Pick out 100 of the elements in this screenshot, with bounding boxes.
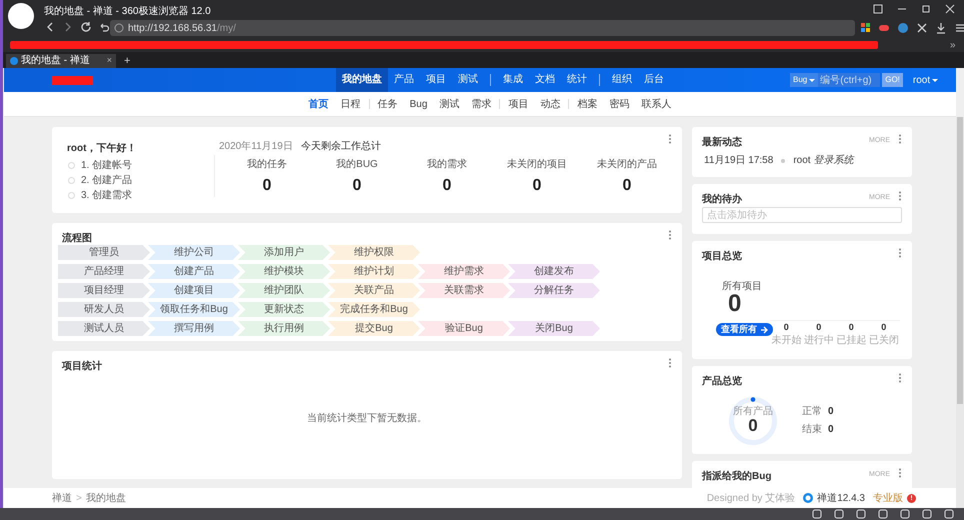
flow-step: 提交Bug bbox=[328, 321, 420, 336]
more-icon[interactable] bbox=[898, 191, 902, 201]
version-label: 禅道12.4.3 bbox=[817, 492, 865, 506]
flow-step: 管理员 bbox=[58, 245, 150, 260]
flow-step: 创建产品 bbox=[148, 264, 240, 279]
stat-value: 0 bbox=[442, 176, 452, 196]
subnav-link[interactable]: 测试 bbox=[433, 96, 466, 112]
breadcrumb-separator: > bbox=[76, 492, 82, 506]
nav-tab[interactable]: 统计 bbox=[561, 68, 593, 92]
nav-tab[interactable]: 我的地盘 bbox=[336, 68, 388, 92]
nav-tab[interactable]: 文档 bbox=[529, 68, 561, 92]
more-icon[interactable] bbox=[898, 134, 902, 144]
more-icon[interactable] bbox=[898, 468, 902, 478]
apps-icon[interactable] bbox=[860, 22, 871, 33]
ring-label: 所有产品 bbox=[732, 407, 774, 417]
new-tab-button[interactable]: + bbox=[124, 54, 130, 68]
card-title: 最新动态 bbox=[702, 135, 742, 150]
flow-step: 维护团队 bbox=[238, 283, 330, 298]
stat-label: 未关闭的项目 bbox=[507, 158, 567, 172]
scrollbar-thumb[interactable] bbox=[957, 117, 963, 404]
tab-close-button[interactable]: × bbox=[106, 54, 112, 68]
step-circle-icon bbox=[68, 192, 75, 199]
reload-icon[interactable] bbox=[80, 21, 92, 33]
subnav-link[interactable]: 首页 bbox=[302, 96, 335, 112]
search-field[interactable]: 编号(ctrl+g) bbox=[818, 73, 880, 87]
subnav-link[interactable]: 密码 bbox=[603, 96, 636, 112]
card-title: 流程图 bbox=[62, 231, 92, 246]
search-type-dropdown[interactable]: Bug bbox=[790, 73, 818, 87]
flow-step: 关联需求 bbox=[418, 283, 510, 298]
card-title: 项目总览 bbox=[702, 250, 742, 264]
user-menu[interactable]: root bbox=[912, 72, 938, 88]
download-icon[interactable] bbox=[935, 22, 947, 34]
breadcrumb-link[interactable]: 禅道 bbox=[52, 490, 72, 506]
edition-link[interactable]: 专业版 bbox=[873, 490, 903, 506]
stat-label: 正常 bbox=[802, 404, 822, 419]
flow-step: 验证Bug bbox=[418, 321, 510, 336]
subnav-link[interactable]: 需求 bbox=[465, 96, 498, 112]
restore-icon[interactable] bbox=[920, 3, 932, 15]
nav-tab[interactable]: 测试 bbox=[452, 68, 484, 92]
more-icon[interactable] bbox=[668, 358, 672, 368]
card-title: 我的待办 bbox=[702, 192, 742, 207]
flow-step: 领取任务和Bug bbox=[148, 302, 240, 317]
nav-tab[interactable]: 后台 bbox=[638, 68, 670, 92]
step-label: 3. 创建需求 bbox=[81, 190, 132, 201]
card-title: 产品总览 bbox=[702, 374, 742, 389]
flow-step: 完成任务和Bug bbox=[328, 302, 420, 317]
subnav-link[interactable]: 日程 bbox=[334, 96, 367, 112]
view-all-button[interactable]: 查看所有 bbox=[716, 323, 773, 336]
subnav-link[interactable]: 任务 bbox=[372, 96, 404, 112]
bullet-icon bbox=[781, 158, 786, 162]
stat-label: 已挂起 bbox=[836, 334, 866, 346]
close-icon[interactable] bbox=[944, 3, 956, 15]
step-circle-icon bbox=[68, 177, 75, 184]
subnav-link[interactable]: 联系人 bbox=[635, 96, 678, 112]
menu-icon[interactable] bbox=[954, 22, 964, 34]
more-icon[interactable] bbox=[668, 230, 672, 240]
stat-label: 结束 bbox=[802, 422, 822, 437]
activity-time: 11月19日 17:58 bbox=[704, 154, 774, 168]
stat-label: 进行中 bbox=[804, 334, 834, 346]
nav-tab[interactable]: 集成 bbox=[497, 68, 529, 92]
stat-label: 我的需求 bbox=[427, 158, 467, 172]
flow-step: 维护需求 bbox=[418, 264, 510, 279]
subnav-link[interactable]: 档案 bbox=[571, 96, 604, 112]
nav-tab[interactable]: 项目 bbox=[420, 68, 452, 92]
flow-step: 产品经理 bbox=[58, 264, 150, 279]
subnav-link[interactable]: Bug bbox=[404, 96, 434, 112]
stat-value: 0 bbox=[532, 176, 542, 196]
nav-tab[interactable]: 组织 bbox=[606, 68, 638, 92]
card-title: 项目统计 bbox=[62, 360, 102, 374]
greeting: root，下午好！ bbox=[67, 142, 136, 156]
arrow-icon bbox=[760, 326, 768, 334]
stat-label: 我的BUG bbox=[336, 158, 378, 172]
flow-step: 项目经理 bbox=[58, 283, 150, 298]
todo-input-field[interactable]: 点击添加待办 bbox=[702, 207, 902, 223]
step-label: 2. 创建产品 bbox=[81, 175, 132, 186]
subnav-link[interactable]: 项目 bbox=[502, 96, 534, 112]
more-icon[interactable] bbox=[898, 373, 902, 383]
breadcrumb-link[interactable]: 我的地盘 bbox=[86, 490, 126, 506]
stat-value: 0 bbox=[828, 423, 834, 437]
stat-label: 未关闭的产品 bbox=[597, 158, 657, 172]
undo-icon[interactable] bbox=[98, 21, 110, 33]
flow-step: 研发人员 bbox=[58, 302, 150, 317]
flow-step: 维护权限 bbox=[328, 245, 420, 260]
empty-message: 当前统计类型下暂无数据。 bbox=[306, 412, 428, 426]
subnav-link[interactable]: 动态 bbox=[534, 96, 566, 112]
stat-label: 未开始 bbox=[771, 334, 802, 346]
more-bookmarks[interactable]: » bbox=[950, 38, 956, 53]
address-bar[interactable]: http://192.168.56.31/my/ bbox=[110, 20, 855, 36]
more-icon[interactable] bbox=[668, 134, 672, 144]
avatar bbox=[8, 3, 34, 29]
more-icon[interactable] bbox=[898, 248, 902, 258]
activity-text: root 登录系统 bbox=[793, 154, 854, 168]
logo-icon bbox=[803, 493, 814, 503]
flow-step: 分解任务 bbox=[508, 283, 600, 298]
browser-tab[interactable]: 我的地盘 - 禅道 × bbox=[6, 54, 116, 68]
flow-step: 维护模块 bbox=[238, 264, 330, 279]
flow-step: 更新状态 bbox=[238, 302, 330, 317]
stat-value: 0 bbox=[816, 321, 822, 334]
step-circle-icon bbox=[68, 162, 75, 169]
nav-tab[interactable]: 产品 bbox=[388, 68, 420, 92]
